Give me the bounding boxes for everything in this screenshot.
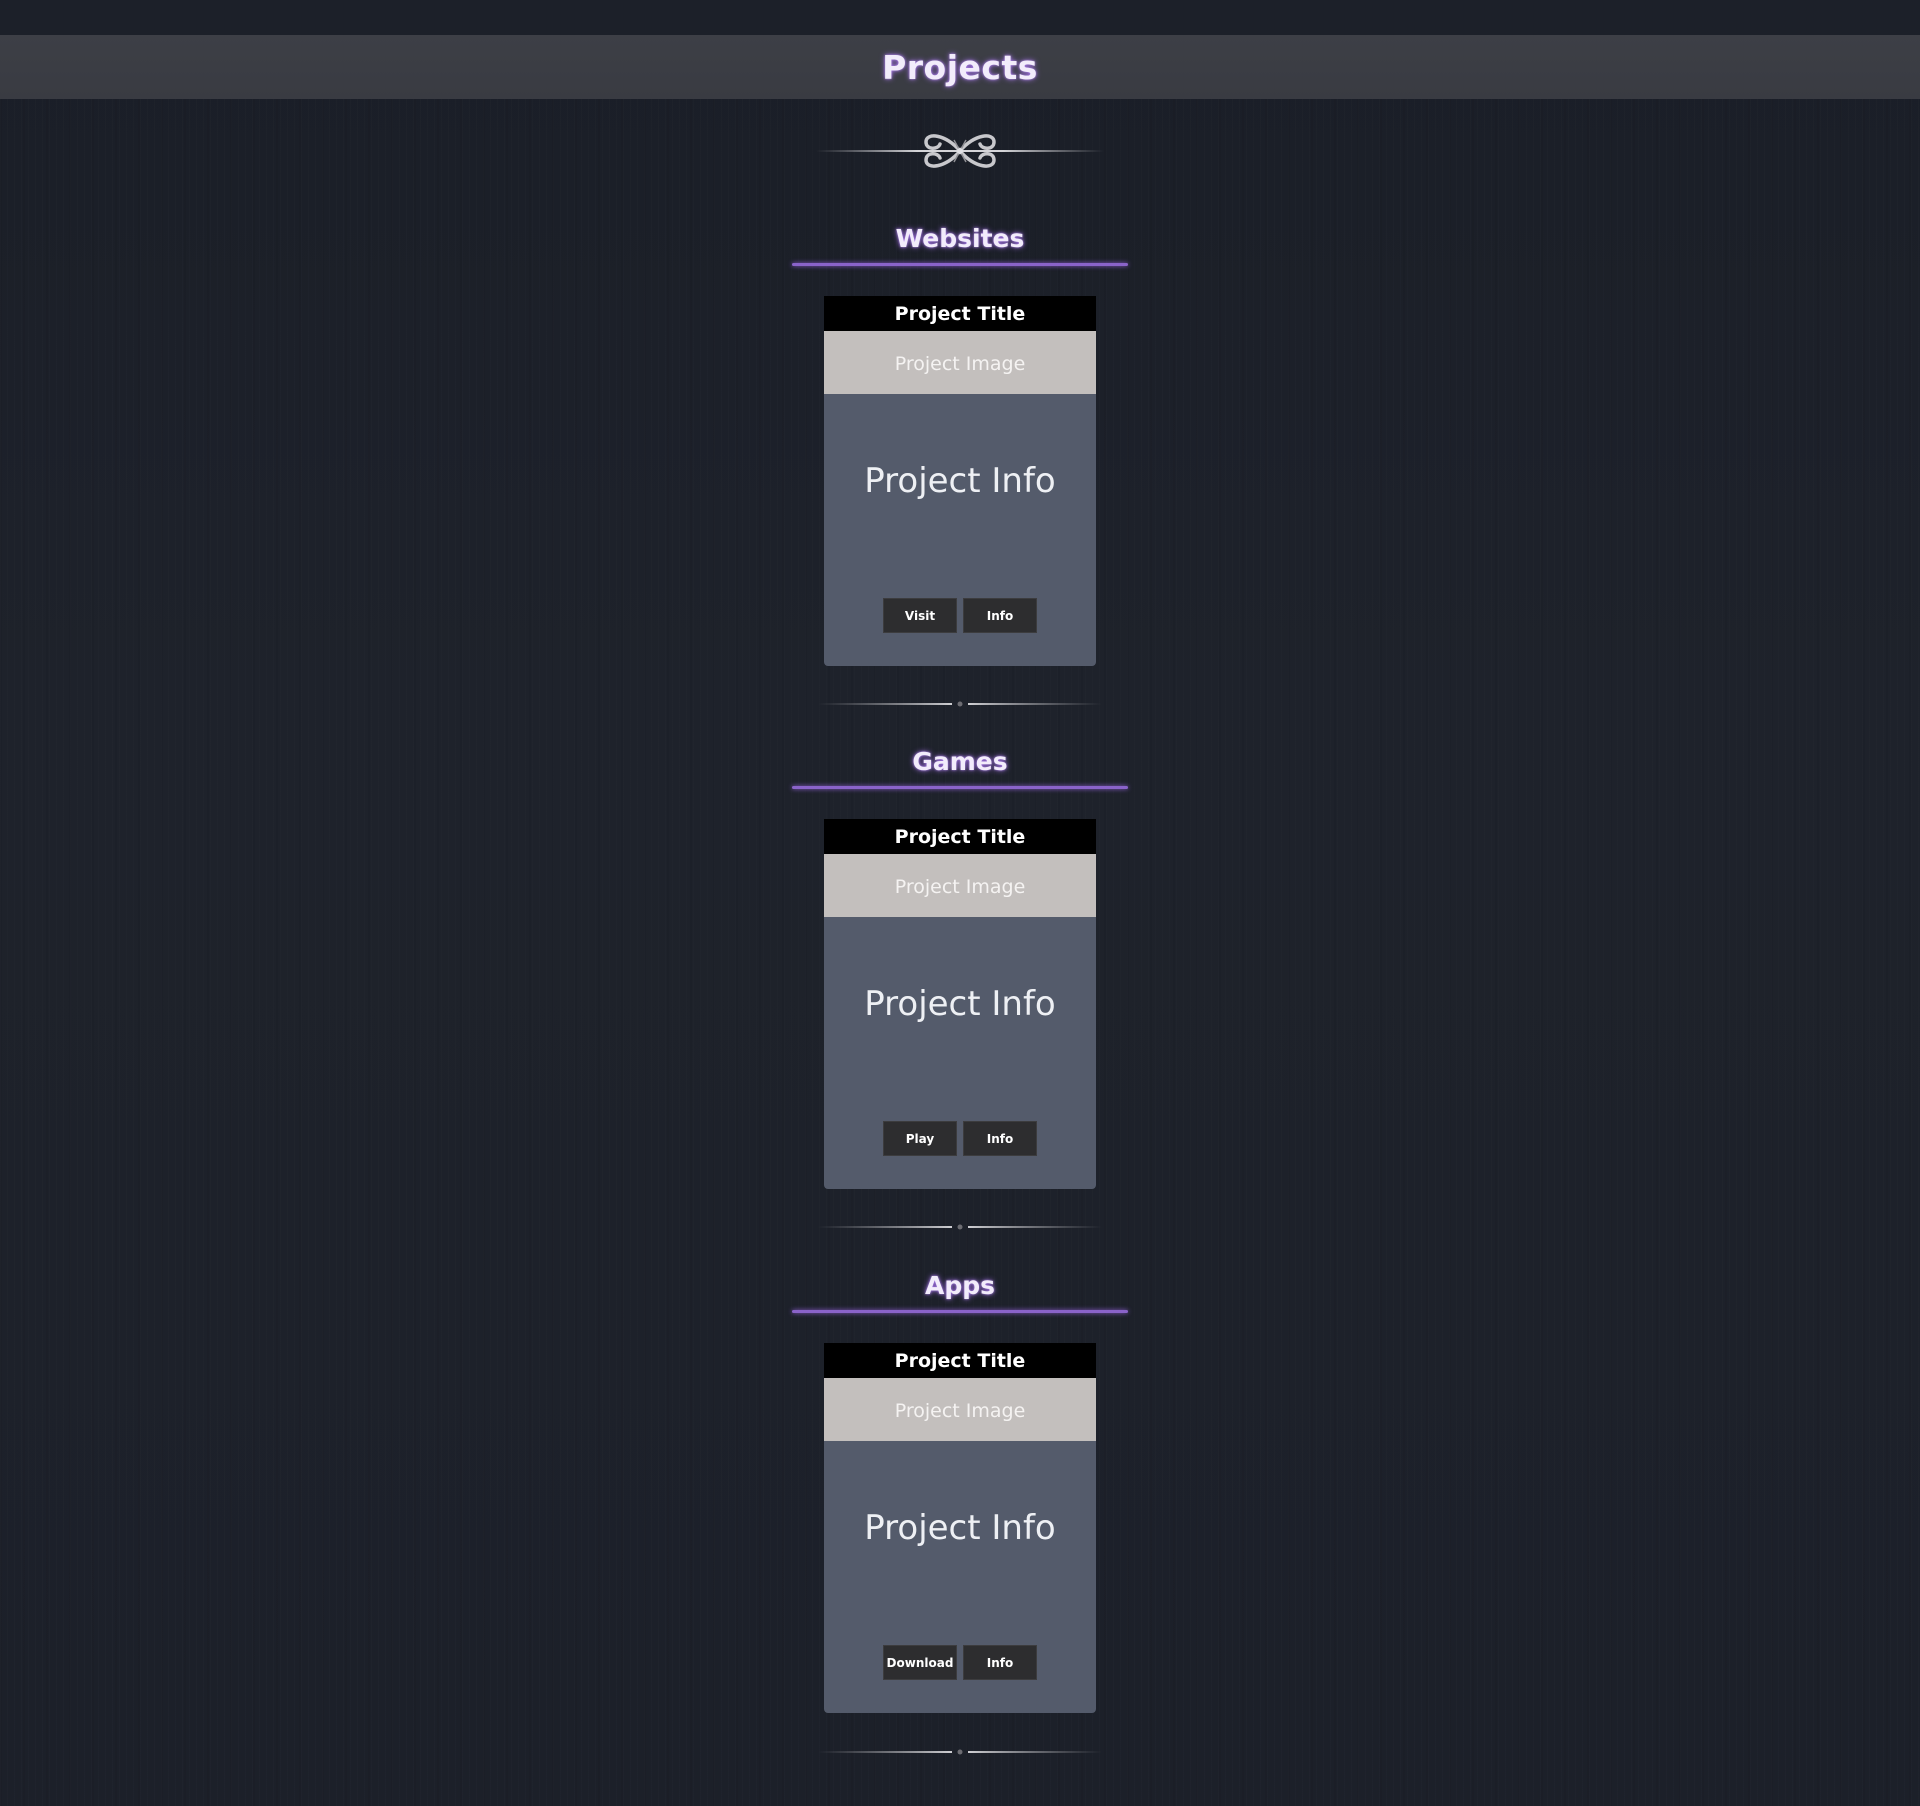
- section-websites: Websites Project Title Project Image Pro…: [792, 219, 1128, 666]
- section-heading: Apps: [924, 1271, 996, 1300]
- line-divider-icon: [818, 1224, 1102, 1230]
- section-underline: [792, 786, 1128, 789]
- info-button[interactable]: Info: [963, 598, 1037, 633]
- project-title: Project Title: [824, 819, 1096, 854]
- project-card: Project Title Project Image Project Info…: [824, 296, 1096, 666]
- line-divider-icon: [818, 701, 1102, 707]
- top-band: [0, 0, 1920, 35]
- project-title: Project Title: [824, 296, 1096, 331]
- header-bar: Projects: [0, 35, 1920, 99]
- project-info: Project Info: [864, 984, 1056, 1024]
- card-buttons: Visit Info: [824, 598, 1096, 633]
- project-image: Project Image: [824, 1378, 1096, 1441]
- section-underline: [792, 263, 1128, 266]
- scroll-ornament-icon: [816, 134, 1104, 168]
- info-button[interactable]: Info: [963, 1121, 1037, 1156]
- section-apps: Apps Project Title Project Image Project…: [792, 1266, 1128, 1713]
- project-image: Project Image: [824, 854, 1096, 917]
- section-underline: [792, 1310, 1128, 1313]
- project-card: Project Title Project Image Project Info…: [824, 1343, 1096, 1713]
- section-games: Games Project Title Project Image Projec…: [792, 742, 1128, 1189]
- project-image: Project Image: [824, 331, 1096, 394]
- section-heading: Websites: [895, 224, 1025, 253]
- info-button[interactable]: Info: [963, 1645, 1037, 1680]
- project-info: Project Info: [864, 1508, 1056, 1548]
- download-button[interactable]: Download: [883, 1645, 957, 1680]
- card-buttons: Download Info: [824, 1645, 1096, 1680]
- card-buttons: Play Info: [824, 1121, 1096, 1156]
- project-card: Project Title Project Image Project Info…: [824, 819, 1096, 1189]
- project-title: Project Title: [824, 1343, 1096, 1378]
- project-info: Project Info: [864, 461, 1056, 501]
- play-button[interactable]: Play: [883, 1121, 957, 1156]
- visit-button[interactable]: Visit: [883, 598, 957, 633]
- section-heading: Games: [912, 747, 1008, 776]
- line-divider-icon: [818, 1749, 1102, 1755]
- page-title: Projects: [882, 47, 1038, 87]
